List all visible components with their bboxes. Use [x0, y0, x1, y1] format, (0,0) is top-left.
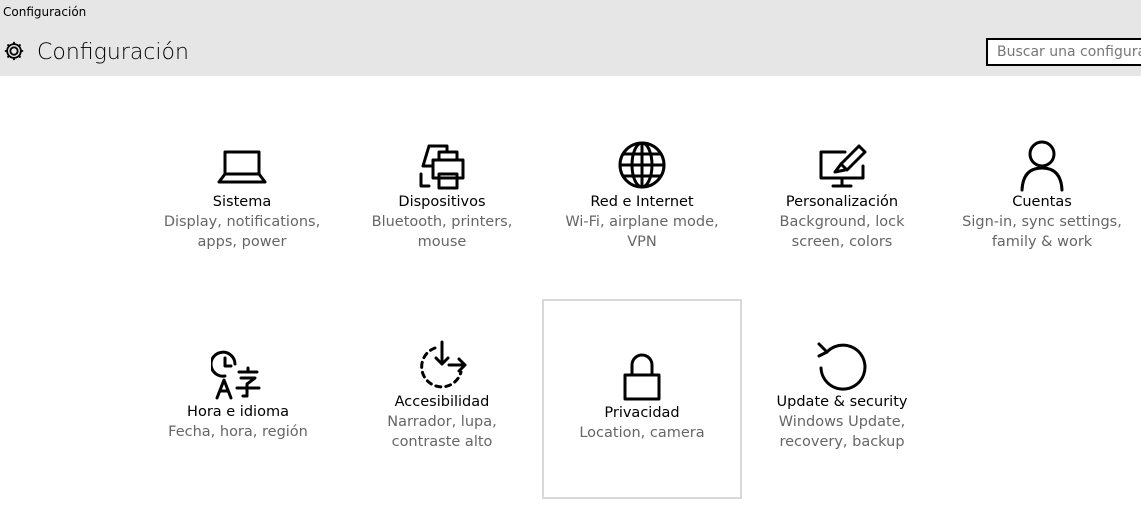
tile-cuentas[interactable]: Cuentas Sign-in, sync settings, family &…	[942, 138, 1141, 252]
tile-desc-line2: screen, colors	[791, 234, 893, 250]
person-icon	[1020, 140, 1064, 192]
tile-desc-line2: VPN	[627, 234, 657, 250]
tile-name: Personalización	[785, 194, 899, 210]
search-input[interactable]	[988, 40, 1141, 64]
tile-desc-line2: apps, power	[197, 234, 287, 250]
tile-name: Accesibilidad	[394, 394, 490, 410]
tile-sistema[interactable]: Sistema Display, notifications, apps, po…	[142, 138, 342, 252]
tile-desc-line1: Display, notifications,	[163, 214, 321, 230]
tile-red-internet[interactable]: Red e Internet Wi-Fi, airplane mode, VPN	[542, 138, 742, 252]
refresh-icon	[817, 342, 867, 391]
laptop-icon	[217, 150, 267, 184]
tile-name: Hora e idioma	[187, 404, 289, 420]
tile-desc-line1: Windows Update,	[778, 414, 906, 430]
settings-header: Configuración	[0, 24, 1141, 76]
tile-personalizacion[interactable]: Personalización Background, lock screen,…	[742, 138, 942, 252]
tile-desc-line1: Location, camera	[579, 425, 705, 441]
tile-desc-line2: contraste alto	[391, 434, 493, 450]
lock-icon	[623, 353, 661, 401]
tile-desc-line1: Narrador, lupa,	[387, 414, 497, 430]
tile-name: Sistema	[212, 194, 272, 210]
tile-accesibilidad[interactable]: Accesibilidad Narrador, lupa, contraste …	[342, 338, 542, 452]
tile-desc-line1: Fecha, hora, región	[168, 424, 308, 440]
page-title: Configuración	[37, 40, 189, 65]
globe-icon	[618, 141, 666, 189]
tile-name: Update & security	[776, 394, 908, 410]
ease-of-access-icon	[420, 340, 467, 389]
tile-name: Privacidad	[604, 405, 680, 421]
tile-desc-line2: family & work	[991, 234, 1093, 250]
window-title-bar: Configuración	[0, 0, 1141, 24]
tile-update-security[interactable]: Update & security Windows Update, recove…	[742, 338, 942, 452]
tile-desc-line1: Bluetooth, printers,	[371, 214, 513, 230]
devices-printer-icon	[419, 144, 465, 190]
tile-name: Dispositivos	[398, 194, 486, 210]
tile-desc-line2: mouse	[417, 234, 467, 250]
tile-hora-idioma[interactable]: Hora e idioma Fecha, hora, región	[138, 348, 338, 442]
search-box[interactable]	[986, 38, 1141, 66]
tile-desc-line2: recovery, backup	[779, 434, 905, 450]
tile-desc-line1: Sign-in, sync settings,	[962, 214, 1122, 230]
gear-icon	[4, 41, 24, 61]
tile-name: Red e Internet	[590, 194, 694, 210]
clock-language-icon	[211, 350, 261, 400]
paintbrush-monitor-icon	[819, 144, 867, 188]
window-title: Configuración	[3, 5, 87, 19]
tile-desc-line1: Background, lock	[779, 214, 905, 230]
tile-name: Cuentas	[1012, 194, 1072, 210]
tile-desc-line1: Wi-Fi, airplane mode,	[565, 214, 719, 230]
tile-dispositivos[interactable]: Dispositivos Bluetooth, printers, mouse	[342, 138, 542, 252]
tile-privacidad[interactable]: Privacidad Location, camera	[542, 299, 742, 499]
